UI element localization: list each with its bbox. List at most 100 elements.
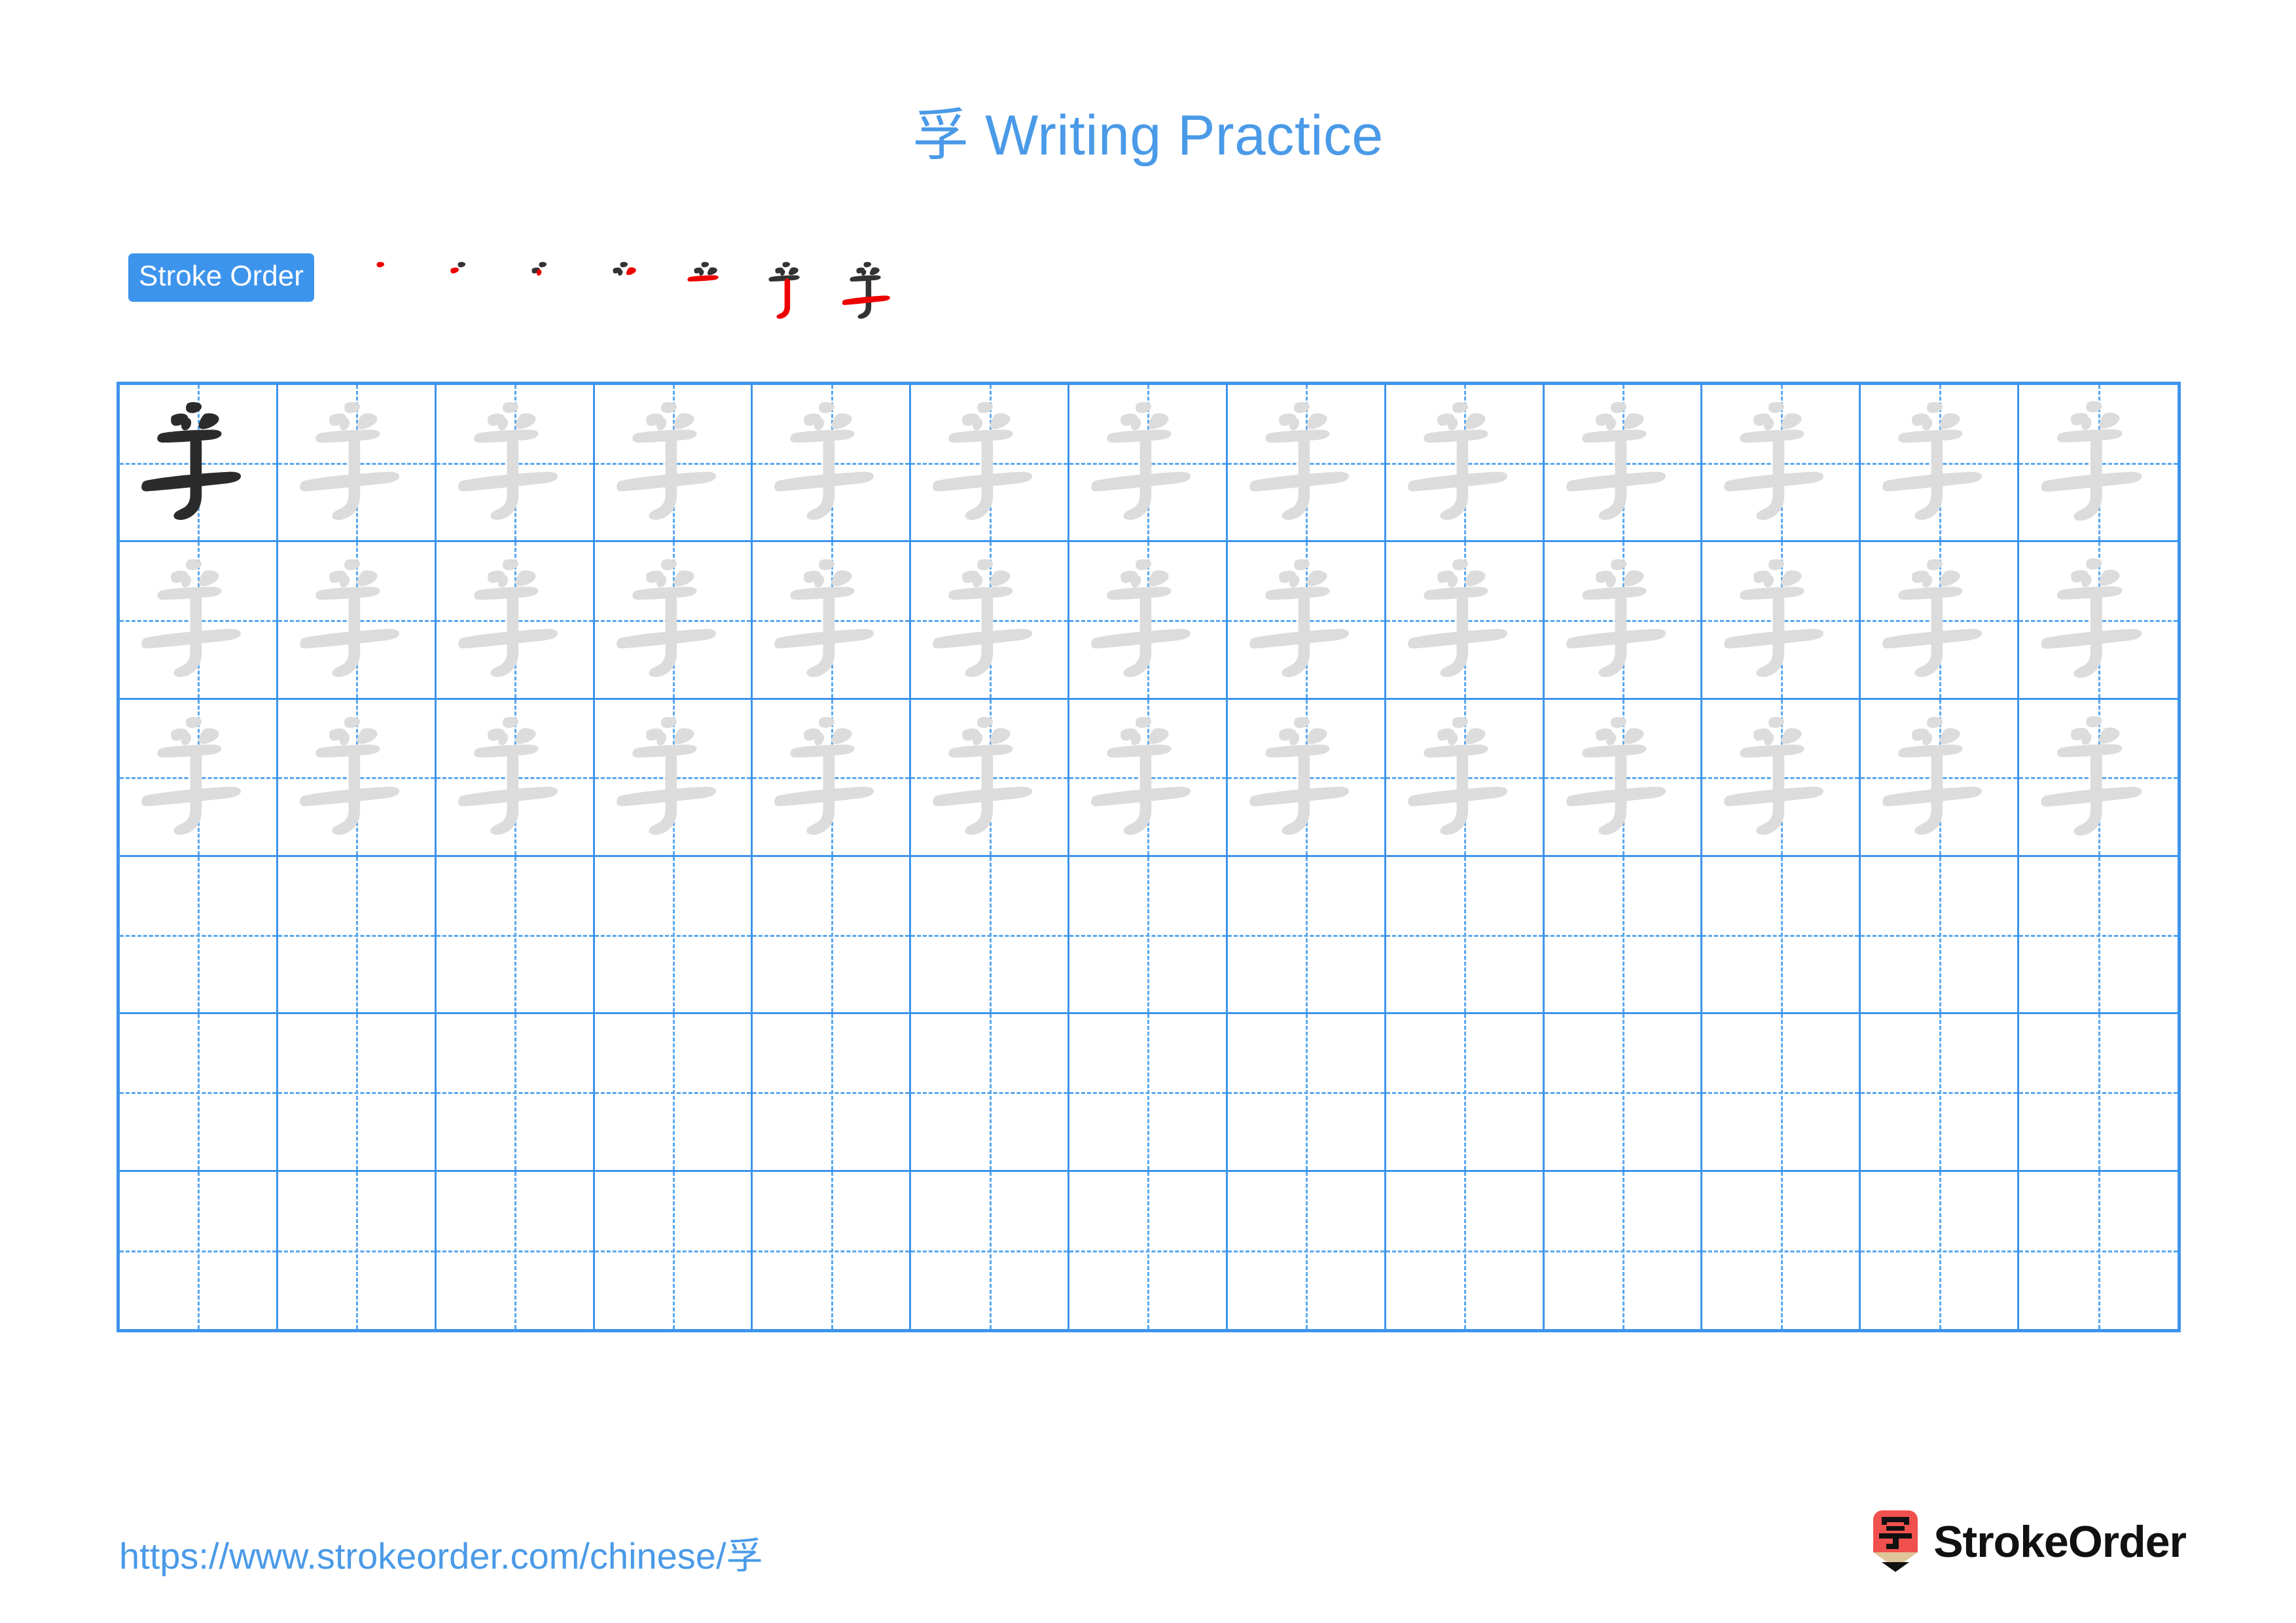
practice-cell-r3-c1[interactable]: [120, 699, 278, 857]
practice-cell-r2-c5[interactable]: [753, 542, 912, 700]
practice-cell-r6-c1[interactable]: [120, 1171, 278, 1329]
practice-cell-r4-c11[interactable]: [1702, 856, 1861, 1015]
practice-cell-r3-c10[interactable]: [1544, 699, 1703, 857]
practice-cell-r4-c8[interactable]: [1227, 856, 1386, 1015]
practice-cell-r3-c12[interactable]: [1861, 699, 2020, 857]
practice-cell-r2-c6[interactable]: [911, 542, 1070, 700]
practice-cell-r4-c12[interactable]: [1861, 856, 2020, 1015]
tracing-character: [278, 700, 435, 855]
practice-cell-r1-c13[interactable]: [2019, 385, 2178, 543]
practice-cell-r3-c2[interactable]: [278, 699, 437, 857]
practice-cell-r2-c8[interactable]: [1227, 542, 1386, 700]
practice-cell-r6-c5[interactable]: [753, 1171, 912, 1329]
practice-cell-r1-c9[interactable]: [1386, 385, 1545, 543]
practice-cell-r2-c10[interactable]: [1544, 542, 1703, 700]
practice-cell-r3-c3[interactable]: [436, 699, 595, 857]
stroke-3: [1447, 732, 1458, 745]
stroke-4: [1623, 727, 1644, 744]
practice-cell-r4-c3[interactable]: [436, 856, 595, 1015]
practice-cell-r3-c9[interactable]: [1386, 699, 1545, 857]
practice-cell-r2-c1[interactable]: [120, 542, 278, 700]
practice-cell-r6-c11[interactable]: [1702, 1171, 1861, 1329]
practice-cell-r6-c12[interactable]: [1861, 1171, 2020, 1329]
stroke-4: [1465, 570, 1486, 587]
practice-cell-r1-c12[interactable]: [1861, 385, 2020, 543]
practice-cell-r5-c9[interactable]: [1386, 1014, 1545, 1172]
practice-cell-r1-c1[interactable]: [120, 385, 278, 543]
tracing-character: [911, 542, 1067, 697]
stroke-1: [1610, 559, 1626, 571]
practice-grid: [117, 382, 2181, 1332]
practice-cell-r4-c13[interactable]: [2019, 856, 2178, 1015]
practice-cell-r2-c12[interactable]: [1861, 542, 2020, 700]
practice-cell-r1-c4[interactable]: [594, 385, 753, 543]
practice-cell-r2-c9[interactable]: [1386, 542, 1545, 700]
practice-cell-r1-c7[interactable]: [1069, 385, 1228, 543]
practice-cell-r5-c13[interactable]: [2019, 1014, 2178, 1172]
practice-cell-r5-c3[interactable]: [436, 1014, 595, 1172]
practice-cell-r2-c7[interactable]: [1069, 542, 1228, 700]
practice-cell-r6-c2[interactable]: [278, 1171, 437, 1329]
practice-cell-r6-c3[interactable]: [436, 1171, 595, 1329]
practice-cell-r1-c2[interactable]: [278, 385, 437, 543]
practice-cell-r5-c10[interactable]: [1544, 1014, 1703, 1172]
stroke-3: [656, 417, 666, 431]
practice-cell-r3-c8[interactable]: [1227, 699, 1386, 857]
practice-cell-r4-c1[interactable]: [120, 856, 278, 1015]
footer-url[interactable]: https://www.strokeorder.com/chinese/孚: [119, 1527, 763, 1580]
practice-cell-r4-c6[interactable]: [911, 856, 1070, 1015]
practice-cell-r6-c10[interactable]: [1544, 1171, 1703, 1329]
practice-cell-r3-c4[interactable]: [594, 699, 753, 857]
practice-cell-r2-c11[interactable]: [1702, 542, 1861, 700]
practice-cell-r6-c4[interactable]: [594, 1171, 753, 1329]
practice-cell-r2-c3[interactable]: [436, 542, 595, 700]
practice-cell-r3-c11[interactable]: [1702, 699, 1861, 857]
tracing-character: [1069, 700, 1226, 855]
practice-cell-r4-c10[interactable]: [1544, 856, 1703, 1015]
practice-cell-r5-c2[interactable]: [278, 1014, 437, 1172]
practice-cell-r3-c7[interactable]: [1069, 699, 1228, 857]
practice-cell-r5-c8[interactable]: [1227, 1014, 1386, 1172]
practice-cell-r4-c4[interactable]: [594, 856, 753, 1015]
stroke-5: [1740, 587, 1804, 600]
practice-cell-r4-c9[interactable]: [1386, 856, 1545, 1015]
practice-cell-r6-c13[interactable]: [2019, 1171, 2178, 1329]
practice-cell-r2-c4[interactable]: [594, 542, 753, 700]
stroke-step-4: [585, 251, 666, 332]
practice-cell-r2-c13[interactable]: [2019, 542, 2178, 700]
stroke-step-6: [747, 251, 829, 332]
stroke-step-7: [829, 251, 910, 332]
practice-cell-r5-c11[interactable]: [1702, 1014, 1861, 1172]
practice-cell-r1-c3[interactable]: [436, 385, 595, 543]
stroke-5: [473, 587, 539, 600]
stroke-3: [1447, 574, 1458, 588]
tracing-character: [120, 700, 276, 855]
practice-cell-r5-c4[interactable]: [594, 1014, 753, 1172]
practice-cell-r3-c13[interactable]: [2019, 699, 2178, 857]
practice-cell-r5-c6[interactable]: [911, 1014, 1070, 1172]
stroke-1: [186, 716, 202, 728]
stroke-4: [1306, 413, 1327, 429]
practice-cell-r6-c6[interactable]: [911, 1171, 1070, 1329]
practice-cell-r5-c7[interactable]: [1069, 1014, 1228, 1172]
tracing-character: [1386, 385, 1543, 540]
practice-cell-r4-c2[interactable]: [278, 856, 437, 1015]
practice-cell-r1-c6[interactable]: [911, 385, 1070, 543]
practice-cell-r1-c5[interactable]: [753, 385, 912, 543]
practice-cell-r3-c6[interactable]: [911, 699, 1070, 857]
practice-cell-r1-c10[interactable]: [1544, 385, 1703, 543]
stroke-1: [457, 262, 465, 268]
practice-cell-r5-c1[interactable]: [120, 1014, 278, 1172]
practice-cell-r6-c8[interactable]: [1227, 1171, 1386, 1329]
practice-cell-r1-c11[interactable]: [1702, 385, 1861, 543]
practice-cell-r6-c7[interactable]: [1069, 1171, 1228, 1329]
practice-cell-r5-c12[interactable]: [1861, 1014, 2020, 1172]
practice-cell-r1-c8[interactable]: [1227, 385, 1386, 543]
practice-cell-r3-c5[interactable]: [753, 699, 912, 857]
stroke-3: [1764, 574, 1774, 588]
practice-cell-r2-c2[interactable]: [278, 542, 437, 700]
practice-cell-r4-c5[interactable]: [753, 856, 912, 1015]
practice-cell-r5-c5[interactable]: [753, 1014, 912, 1172]
practice-cell-r4-c7[interactable]: [1069, 856, 1228, 1015]
practice-cell-r6-c9[interactable]: [1386, 1171, 1545, 1329]
